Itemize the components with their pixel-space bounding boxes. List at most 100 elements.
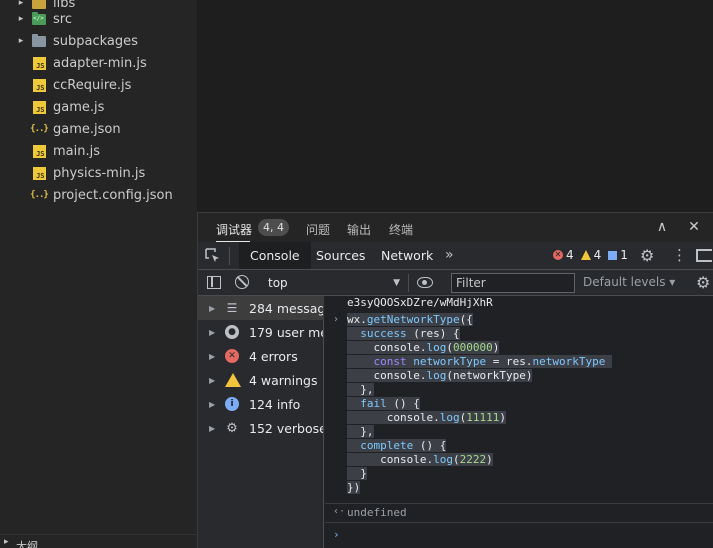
code-line: } xyxy=(347,467,367,480)
sidebar-item-user-messages[interactable]: ▶ ● 179 user me... xyxy=(198,320,324,344)
verbose-icon: ⚙ xyxy=(226,420,238,436)
console-settings-gear-icon[interactable]: ⚙ xyxy=(696,273,710,292)
context-selector[interactable]: top ▼ xyxy=(262,274,402,292)
sidebar-item-label: 124 info xyxy=(249,396,301,412)
folder-icon xyxy=(32,33,46,48)
code-line: wx.getNetworkType({ xyxy=(347,313,473,326)
dock-side-icon[interactable] xyxy=(696,249,712,262)
more-tabs-icon[interactable]: » xyxy=(445,247,454,263)
sidebar-item-label: 4 errors xyxy=(249,348,298,364)
info-icon xyxy=(608,250,618,260)
warning-icon xyxy=(580,250,591,260)
console-result-entry: ‹· undefined xyxy=(325,504,713,522)
code-line: success (res) { xyxy=(347,327,612,341)
console-filter-bar: top ▼ Default levels ▾ ⚙ xyxy=(198,270,713,296)
js-file-icon: JS xyxy=(32,100,46,114)
tab-issues[interactable]: 问题 xyxy=(306,221,330,238)
tab-terminal[interactable]: 终端 xyxy=(389,221,413,238)
console-prompt-icon[interactable]: › xyxy=(333,528,340,541)
panel-tab-bar: 调试器 4, 4 问题 输出 终端 ∧ ✕ xyxy=(198,212,713,243)
result-arrow-icon: ‹· xyxy=(333,506,346,517)
sidebar-item-info[interactable]: ▶ i 124 info xyxy=(198,392,324,416)
tree-item-label: src xyxy=(53,11,72,27)
file-explorer: ▸ libs ▸ src ▸ subpackages JS adapter-mi… xyxy=(0,0,197,212)
debugger-count-badge: 4, 4 xyxy=(258,219,289,236)
show-sidebar-icon[interactable] xyxy=(207,276,221,289)
log-message: e3syQOOSxDZre/wMdHjXhR xyxy=(347,296,493,309)
js-file-icon: JS xyxy=(32,144,46,158)
tree-item-ccrequire-js[interactable]: JS ccRequire.js xyxy=(0,74,197,96)
live-expression-eye-icon[interactable] xyxy=(417,277,433,288)
tree-item-physics-min-js[interactable]: JS physics-min.js xyxy=(0,162,197,184)
inspect-element-icon[interactable] xyxy=(204,247,222,265)
sidebar-item-errors[interactable]: ▶ ✕ 4 errors xyxy=(198,344,324,368)
outline-label: 大纲 xyxy=(16,540,38,548)
code-line: console.log(networkType) xyxy=(347,369,533,382)
tree-item-src[interactable]: ▸ src xyxy=(0,8,197,30)
code-block: wx.getNetworkType({ success (res) { cons… xyxy=(347,313,612,495)
code-line: }, xyxy=(347,425,374,438)
code-line: }, xyxy=(347,383,374,396)
js-file-icon: JS xyxy=(32,166,46,180)
collapse-panel-icon[interactable]: ∧ xyxy=(654,219,670,235)
tab-network[interactable]: Network xyxy=(370,242,444,269)
settings-gear-icon[interactable]: ⚙ xyxy=(640,246,654,265)
sidebar-item-warnings[interactable]: ▶ 4 warnings xyxy=(198,368,324,392)
chevron-right-icon[interactable]: ▸ xyxy=(16,8,26,30)
tree-item-main-js[interactable]: JS main.js xyxy=(0,140,197,162)
tree-item-game-json[interactable]: {..} game.json xyxy=(0,118,197,140)
js-file-icon: JS xyxy=(32,78,46,92)
console-output[interactable]: e3syQOOSxDZre/wMdHjXhR › wx.getNetworkTy… xyxy=(325,296,713,548)
chevron-right-icon: ▶ xyxy=(209,303,216,313)
js-file-icon: JS xyxy=(32,56,46,70)
debugger-panel: 调试器 4, 4 问题 输出 终端 ∧ ✕ Console Sources Ne… xyxy=(197,212,713,548)
editor-area xyxy=(197,0,713,212)
console-sidebar: ▶ ☰ 284 messag... ▶ ● 179 user me... ▶ ✕… xyxy=(198,296,324,548)
list-icon: ☰ xyxy=(226,301,238,315)
tree-item-label: subpackages xyxy=(53,33,138,49)
tab-debugger[interactable]: 调试器 xyxy=(216,221,252,238)
json-file-icon: {..} xyxy=(30,124,49,134)
tree-item-label: adapter-min.js xyxy=(53,55,147,71)
chevron-right-icon: ▶ xyxy=(209,351,216,361)
warning-icon xyxy=(225,373,241,387)
source-folder-icon xyxy=(32,11,46,26)
warning-count: 4 xyxy=(593,248,602,262)
tree-item-subpackages[interactable]: ▸ subpackages xyxy=(0,30,197,52)
tab-console[interactable]: Console xyxy=(239,242,311,269)
toolbar-divider xyxy=(229,247,230,265)
tree-item-game-js[interactable]: JS game.js xyxy=(0,96,197,118)
sidebar-item-label: 179 user me... xyxy=(249,324,323,340)
code-line: }) xyxy=(347,481,361,494)
sidebar-item-verbose[interactable]: ▶ ⚙ 152 verbose xyxy=(198,416,324,440)
chevron-right-icon: ▶ xyxy=(209,327,216,337)
more-options-icon[interactable]: ⋮ xyxy=(672,246,687,264)
issue-counter[interactable]: ✕ 4 4 1 xyxy=(553,248,628,262)
sidebar-item-messages[interactable]: ▶ ☰ 284 messag... xyxy=(198,296,324,320)
code-line: const networkType = res.networkType xyxy=(347,355,612,369)
devtools-toolbar: Console Sources Network » ✕ 4 4 1 ⚙ ⋮ xyxy=(198,242,713,270)
tree-item-label: project.config.json xyxy=(53,187,173,203)
info-icon: i xyxy=(225,397,239,411)
error-icon: ✕ xyxy=(225,349,239,363)
tree-item-project-config-json[interactable]: {..} project.config.json xyxy=(0,184,197,206)
chevron-right-icon: ▸ xyxy=(4,537,9,547)
tree-item-label: game.json xyxy=(53,121,121,137)
close-icon[interactable]: ✕ xyxy=(686,219,702,235)
tab-sources[interactable]: Sources xyxy=(305,242,376,269)
tree-item-label: physics-min.js xyxy=(53,165,146,181)
tab-output[interactable]: 输出 xyxy=(347,221,371,238)
tree-item-label: ccRequire.js xyxy=(53,77,132,93)
log-levels-dropdown[interactable]: Default levels ▾ xyxy=(583,275,675,289)
filter-input[interactable] xyxy=(451,273,575,293)
toolbar-divider xyxy=(408,274,409,292)
tree-item-label: game.js xyxy=(53,99,105,115)
json-file-icon: {..} xyxy=(30,190,49,200)
clear-console-icon[interactable] xyxy=(235,275,249,289)
outline-section-header[interactable]: ▸ 大纲 xyxy=(0,534,197,548)
tree-item-adapter-min-js[interactable]: JS adapter-min.js xyxy=(0,52,197,74)
chevron-right-icon[interactable]: ▸ xyxy=(16,30,26,52)
input-arrow-icon: › xyxy=(333,314,340,325)
sidebar-item-label: 152 verbose xyxy=(249,420,323,436)
tree-item-label: main.js xyxy=(53,143,100,159)
